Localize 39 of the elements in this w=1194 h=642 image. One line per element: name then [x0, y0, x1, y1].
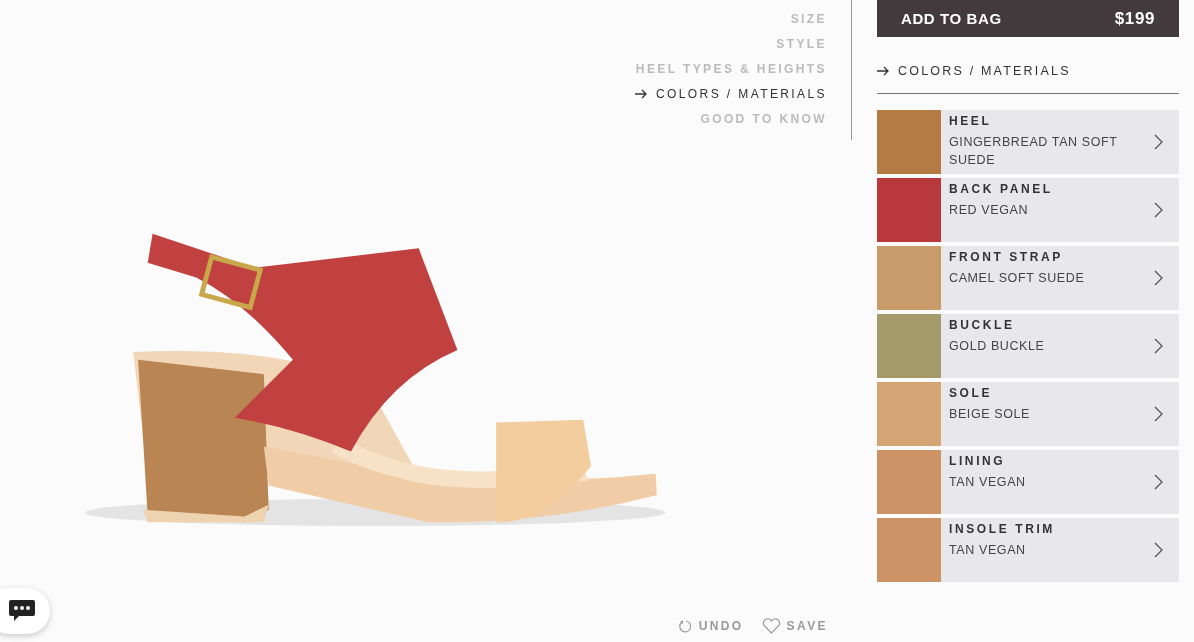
chevron-right-icon — [1154, 202, 1163, 218]
undo-icon — [677, 618, 693, 634]
step-link[interactable]: COLORS / MATERIALS — [635, 85, 827, 103]
section-title: COLORS / MATERIALS — [898, 64, 1071, 78]
material-row[interactable]: HEEL GINGERBREAD TAN SOFT SUEDE — [877, 110, 1179, 174]
chevron-right-icon — [1154, 338, 1163, 354]
part-name: BUCKLE — [949, 318, 1016, 332]
chevron-right-icon — [1154, 270, 1163, 286]
heart-icon — [761, 618, 781, 634]
material-row[interactable]: INSOLE TRIM TAN VEGAN — [877, 518, 1179, 582]
chevron-right-icon — [1154, 474, 1163, 490]
part-name: FRONT STRAP — [949, 250, 1064, 264]
material-row[interactable]: FRONT STRAP CAMEL SOFT SUEDE — [877, 246, 1179, 310]
part-name: SOLE — [949, 386, 994, 400]
part-name: INSOLE TRIM — [949, 522, 1056, 536]
chat-bubble-icon — [8, 599, 36, 623]
add-to-bag-button[interactable]: ADD TO BAG $199 — [877, 0, 1179, 37]
chevron-right-icon — [1154, 134, 1163, 150]
material-row[interactable]: BACK PANEL RED VEGAN — [877, 178, 1179, 242]
part-name: BACK PANEL — [949, 182, 1054, 196]
part-name: LINING — [949, 454, 1007, 468]
material-row[interactable]: LINING TAN VEGAN — [877, 450, 1179, 514]
material-name: GINGERBREAD TAN SOFT SUEDE — [949, 134, 1119, 169]
material-name: GOLD BUCKLE — [949, 338, 1046, 355]
price: $199 — [1114, 8, 1155, 29]
material-row[interactable]: SOLE BEIGE SOLE — [877, 382, 1179, 446]
add-to-bag-label: ADD TO BAG — [901, 10, 1002, 27]
chat-button[interactable] — [0, 588, 50, 634]
material-name: CAMEL SOFT SUEDE — [949, 270, 1086, 287]
chevron-right-icon — [1154, 542, 1163, 558]
material-name: RED VEGAN — [949, 202, 1030, 219]
material-name: BEIGE SOLE — [949, 406, 1032, 423]
material-name: TAN VEGAN — [949, 474, 1027, 491]
arrow-right-icon — [877, 66, 890, 76]
part-name: HEEL — [949, 114, 993, 128]
material-row[interactable]: BUCKLE GOLD BUCKLE — [877, 314, 1179, 378]
material-name: TAN VEGAN — [949, 542, 1027, 559]
chevron-right-icon — [1154, 406, 1163, 422]
arrow-right-icon — [635, 89, 648, 99]
